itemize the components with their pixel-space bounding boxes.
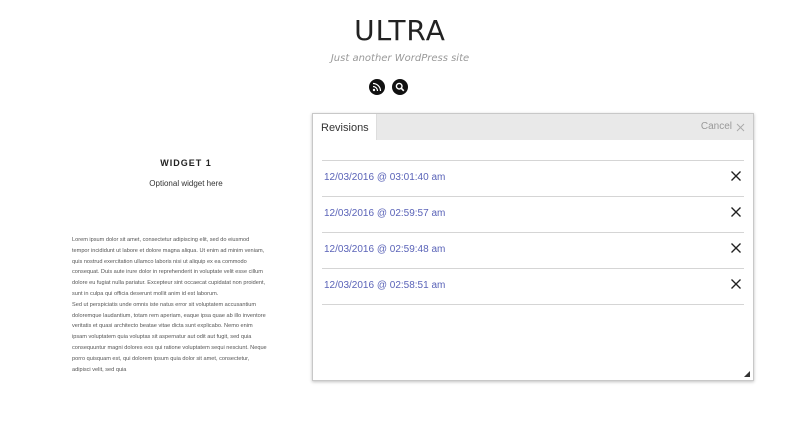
close-icon [736, 123, 745, 131]
revision-row: 12/03/2016 @ 03:01:40 am [322, 161, 744, 197]
revision-link[interactable]: 12/03/2016 @ 02:59:57 am [324, 208, 445, 219]
revision-row: 12/03/2016 @ 02:58:51 am [322, 269, 744, 305]
site-description: Just another WordPress site [330, 53, 470, 64]
widget-title: WIDGET 1 [160, 158, 212, 168]
search-icon[interactable] [392, 79, 408, 95]
header-icons [369, 79, 408, 95]
revision-link[interactable]: 12/03/2016 @ 03:01:40 am [324, 172, 445, 183]
revisions-panel: Revisions Cancel 12/03/2016 @ 03:01:40 a… [312, 113, 754, 381]
revision-link[interactable]: 12/03/2016 @ 02:58:51 am [324, 280, 445, 291]
cancel-button[interactable]: Cancel [701, 114, 745, 140]
revision-row: 12/03/2016 @ 02:59:57 am [322, 197, 744, 233]
lorem-text-block: Lorem ipsum dolor sit amet, consectetur … [72, 235, 268, 385]
lorem-paragraph: Sed ut perspiciatis unde omnis iste natu… [72, 301, 267, 373]
delete-icon[interactable] [730, 278, 742, 290]
delete-icon[interactable] [730, 206, 742, 218]
panel-header: Revisions Cancel [313, 114, 753, 140]
revision-list: 12/03/2016 @ 03:01:40 am 12/03/2016 @ 02… [322, 160, 744, 305]
rss-icon[interactable] [369, 79, 385, 95]
tab-revisions[interactable]: Revisions [313, 114, 377, 140]
lorem-paragraph: Lorem ipsum dolor sit amet, consectetur … [72, 237, 266, 297]
site-title[interactable]: ULTRA [0, 14, 800, 47]
delete-icon[interactable] [730, 170, 742, 182]
revision-row: 12/03/2016 @ 02:59:48 am [322, 233, 744, 269]
revision-link[interactable]: 12/03/2016 @ 02:59:48 am [324, 244, 445, 255]
delete-icon[interactable] [730, 242, 742, 254]
cancel-label: Cancel [700, 121, 732, 132]
resize-handle[interactable] [744, 371, 750, 377]
widget-subtitle: Optional widget here [149, 179, 223, 188]
